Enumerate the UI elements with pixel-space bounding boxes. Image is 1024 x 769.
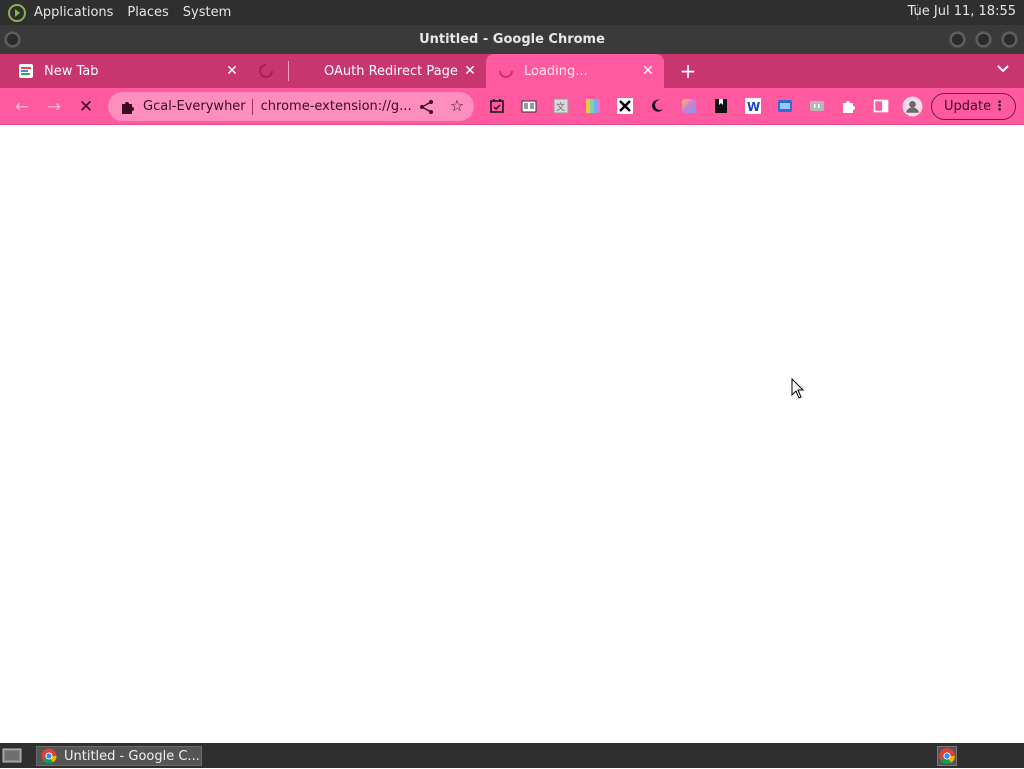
browser-toolbar: ← → ✕ Gcal-Everywher chrome-extension://…	[0, 88, 1024, 125]
window-titlebar[interactable]: Untitled - Google Chrome	[0, 25, 1024, 54]
tab-search-chevron-icon[interactable]	[994, 62, 1012, 80]
omnibox[interactable]: Gcal-Everywher chrome-extension://g... ☆	[108, 92, 474, 121]
tab-label: Loading...	[524, 63, 588, 79]
puzzle-icon[interactable]	[841, 98, 857, 114]
profile-icon[interactable]	[902, 96, 923, 117]
share-icon[interactable]	[418, 98, 436, 116]
tab-new-tab[interactable]: New Tab ✕	[0, 54, 248, 88]
tray-chrome-icon[interactable]	[937, 746, 957, 766]
color-icon[interactable]	[585, 98, 601, 114]
svg-text:W: W	[747, 100, 760, 114]
x-icon[interactable]	[617, 98, 633, 114]
update-button[interactable]: Update ⋮	[931, 93, 1016, 120]
screenshot-icon[interactable]	[777, 98, 793, 114]
calendar-icon[interactable]	[489, 98, 505, 114]
menu-system[interactable]: System	[183, 5, 231, 20]
extension-puzzle-icon	[122, 101, 134, 114]
clock[interactable]: Tue Jul 11, 18:55	[908, 4, 1016, 19]
taskbar-window-button[interactable]: Untitled - Google C...	[36, 746, 202, 766]
back-arrow-icon[interactable]: ←	[11, 96, 33, 118]
top-panel: Applications Places System Tue Jul 11, 1…	[0, 0, 1024, 25]
minimize-button[interactable]	[949, 31, 966, 48]
tab-loading[interactable]: Loading... ✕	[486, 54, 664, 88]
sidepanel-icon[interactable]	[873, 98, 889, 114]
url-text[interactable]: chrome-extension://g...	[261, 99, 412, 114]
tab-label: OAuth Redirect Page	[324, 63, 458, 79]
chrome-icon	[41, 748, 57, 764]
tab-strip: New Tab ✕ OAuth Redirect Page ✕ Loading.…	[0, 54, 1024, 88]
stop-loading-icon[interactable]: ✕	[75, 96, 97, 118]
omnibox-separator	[251, 98, 253, 115]
translate-icon[interactable]: 文	[553, 98, 569, 114]
svg-text:文: 文	[556, 101, 565, 113]
tab-close-icon[interactable]: ✕	[640, 63, 656, 79]
taskbar-window-label: Untitled - Google C...	[64, 748, 200, 764]
maximize-button[interactable]	[975, 31, 992, 48]
reader-icon[interactable]	[521, 98, 537, 114]
close-window-button[interactable]	[1001, 31, 1018, 48]
distro-logo-icon[interactable]	[6, 2, 28, 24]
moon-icon[interactable]	[649, 98, 665, 114]
forward-arrow-icon[interactable]: →	[43, 96, 65, 118]
window-title: Untitled - Google Chrome	[419, 32, 605, 47]
tab-oauth-redirect[interactable]: OAuth Redirect Page ✕	[248, 54, 486, 88]
bookmark-star-icon[interactable]: ☆	[448, 97, 466, 115]
mouse-cursor-icon	[791, 378, 805, 399]
bottom-panel: Untitled - Google C...	[0, 743, 1024, 768]
kebab-menu-icon[interactable]: ⋮	[993, 94, 1006, 119]
loading-spinner-icon	[259, 64, 273, 78]
window-menu-button[interactable]	[4, 31, 21, 48]
new-tab-favicon-icon	[19, 64, 33, 78]
menu-applications[interactable]: Applications	[34, 5, 113, 20]
chat-icon[interactable]	[809, 98, 825, 114]
site-name: Gcal-Everywher	[143, 99, 246, 114]
new-tab-button[interactable]: +	[677, 60, 699, 82]
page-content[interactable]	[0, 126, 1024, 743]
bookmark-icon[interactable]	[713, 98, 729, 114]
show-desktop-icon[interactable]	[2, 747, 22, 764]
tab-label: New Tab	[44, 63, 99, 79]
tab-close-icon[interactable]: ✕	[224, 63, 240, 79]
tab-close-icon[interactable]: ✕	[462, 63, 478, 79]
tab-divider	[288, 61, 289, 81]
update-label: Update	[944, 99, 992, 114]
word-icon[interactable]: W	[745, 98, 761, 114]
loading-spinner-icon	[499, 70, 513, 78]
gradient-icon[interactable]	[681, 98, 697, 114]
menu-places[interactable]: Places	[127, 5, 168, 20]
